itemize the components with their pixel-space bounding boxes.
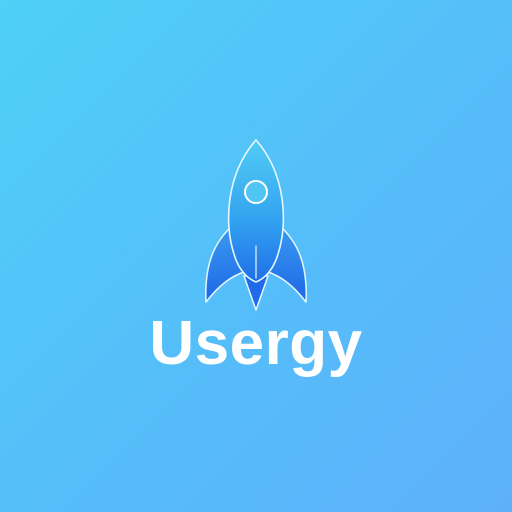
app-name: Usergy xyxy=(149,309,363,378)
splash-screen: Usergy xyxy=(0,0,512,512)
rocket-window xyxy=(244,180,268,204)
rocket-icon xyxy=(205,139,307,311)
